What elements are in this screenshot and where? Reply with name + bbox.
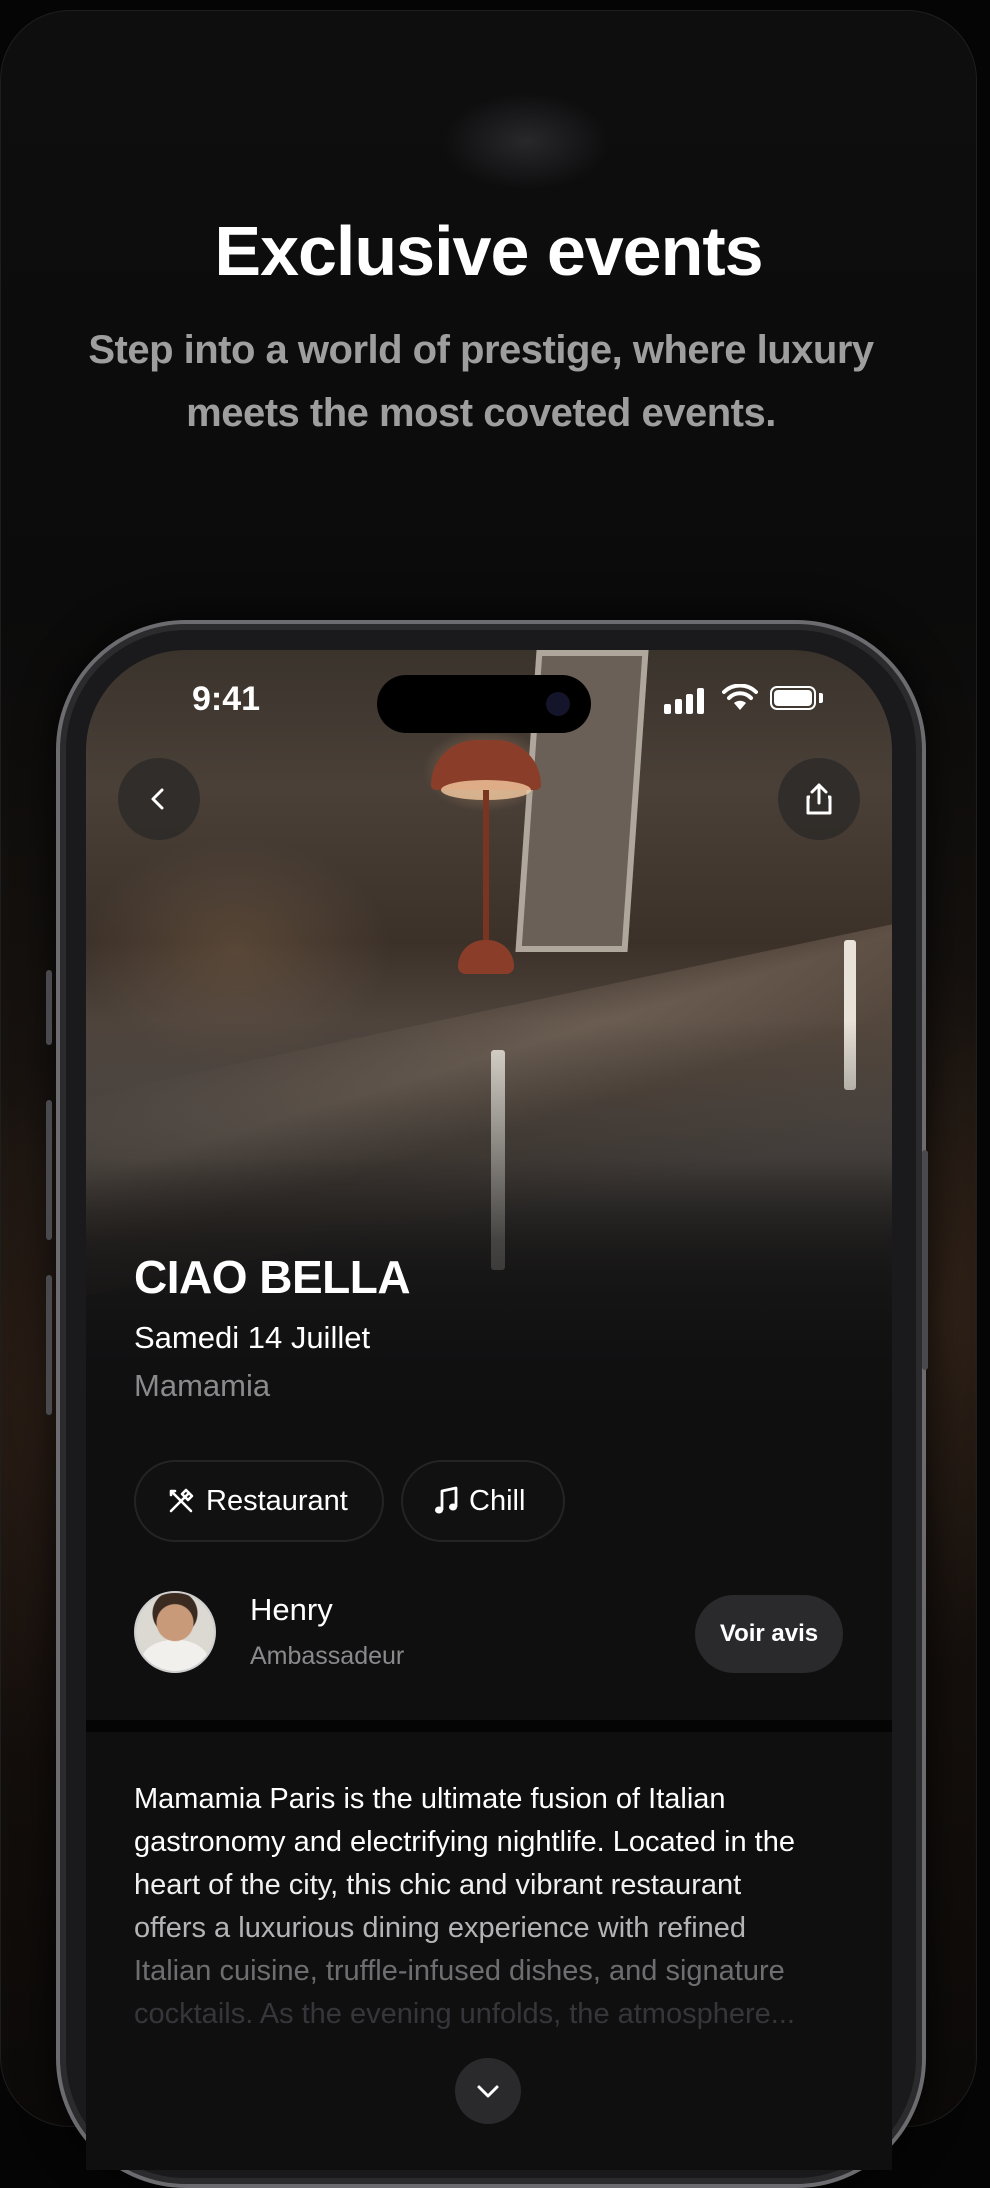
section-divider (86, 1720, 892, 1732)
description-line: gastronomy and electrifying nightlife. L… (134, 1826, 795, 1858)
tag-restaurant[interactable]: Restaurant (134, 1460, 384, 1542)
phone-side-button (46, 970, 52, 1045)
event-date: Samedi 14 Juillet (134, 1320, 371, 1355)
battery-icon (770, 686, 816, 710)
tag-label: Chill (469, 1484, 526, 1517)
phone-side-button (46, 1275, 52, 1415)
back-button[interactable] (118, 758, 200, 840)
description-line: Italian cuisine, truffle-infused dishes,… (134, 1955, 785, 1987)
lamp-base (458, 940, 514, 974)
description-line: cocktails. As the evening unfolds, the a… (134, 1998, 795, 2030)
chevron-down-icon (477, 2085, 499, 2098)
utensils-icon (169, 1488, 194, 1513)
tag-label: Restaurant (206, 1484, 348, 1517)
phone-side-button (46, 1100, 52, 1240)
phone-side-button (922, 1150, 928, 1370)
share-icon (806, 783, 832, 815)
description-line: offers a luxurious dining experience wit… (134, 1912, 747, 1944)
view-reviews-button[interactable]: Voir avis (695, 1595, 843, 1673)
description-line: heart of the city, this chic and vibrant… (134, 1869, 742, 1901)
cellular-signal-icon (664, 688, 708, 714)
lamp-stem (483, 790, 489, 960)
wifi-icon (722, 683, 758, 720)
share-button[interactable] (778, 758, 860, 840)
ambassador-name: Henry (250, 1592, 333, 1627)
description-line: Mamamia Paris is the ultimate fusion of … (134, 1783, 726, 1815)
expand-description-button[interactable] (455, 2058, 521, 2124)
camera-icon (546, 692, 570, 716)
phone-screen: 9:41 CIAO BELLA Samedi 14 Juillet Mamami… (86, 650, 892, 2170)
event-description: Mamamia Paris is the ultimate fusion of … (134, 1778, 854, 2036)
status-time: 9:41 (192, 680, 261, 718)
event-title: CIAO BELLA (134, 1251, 411, 1303)
ambassador-role: Ambassadeur (250, 1642, 405, 1670)
promo-headline: Exclusive events (214, 212, 763, 290)
event-hero-image (86, 650, 892, 1420)
avatar[interactable] (134, 1591, 216, 1673)
promo-subline: Step into a world of prestige, where lux… (88, 328, 874, 435)
event-venue: Mamamia (134, 1368, 271, 1403)
music-note-icon (435, 1486, 458, 1514)
chevron-left-icon (151, 788, 164, 810)
battery-tip (819, 693, 823, 703)
tag-chill[interactable]: Chill (401, 1460, 565, 1542)
hero-fade (86, 1020, 892, 1420)
